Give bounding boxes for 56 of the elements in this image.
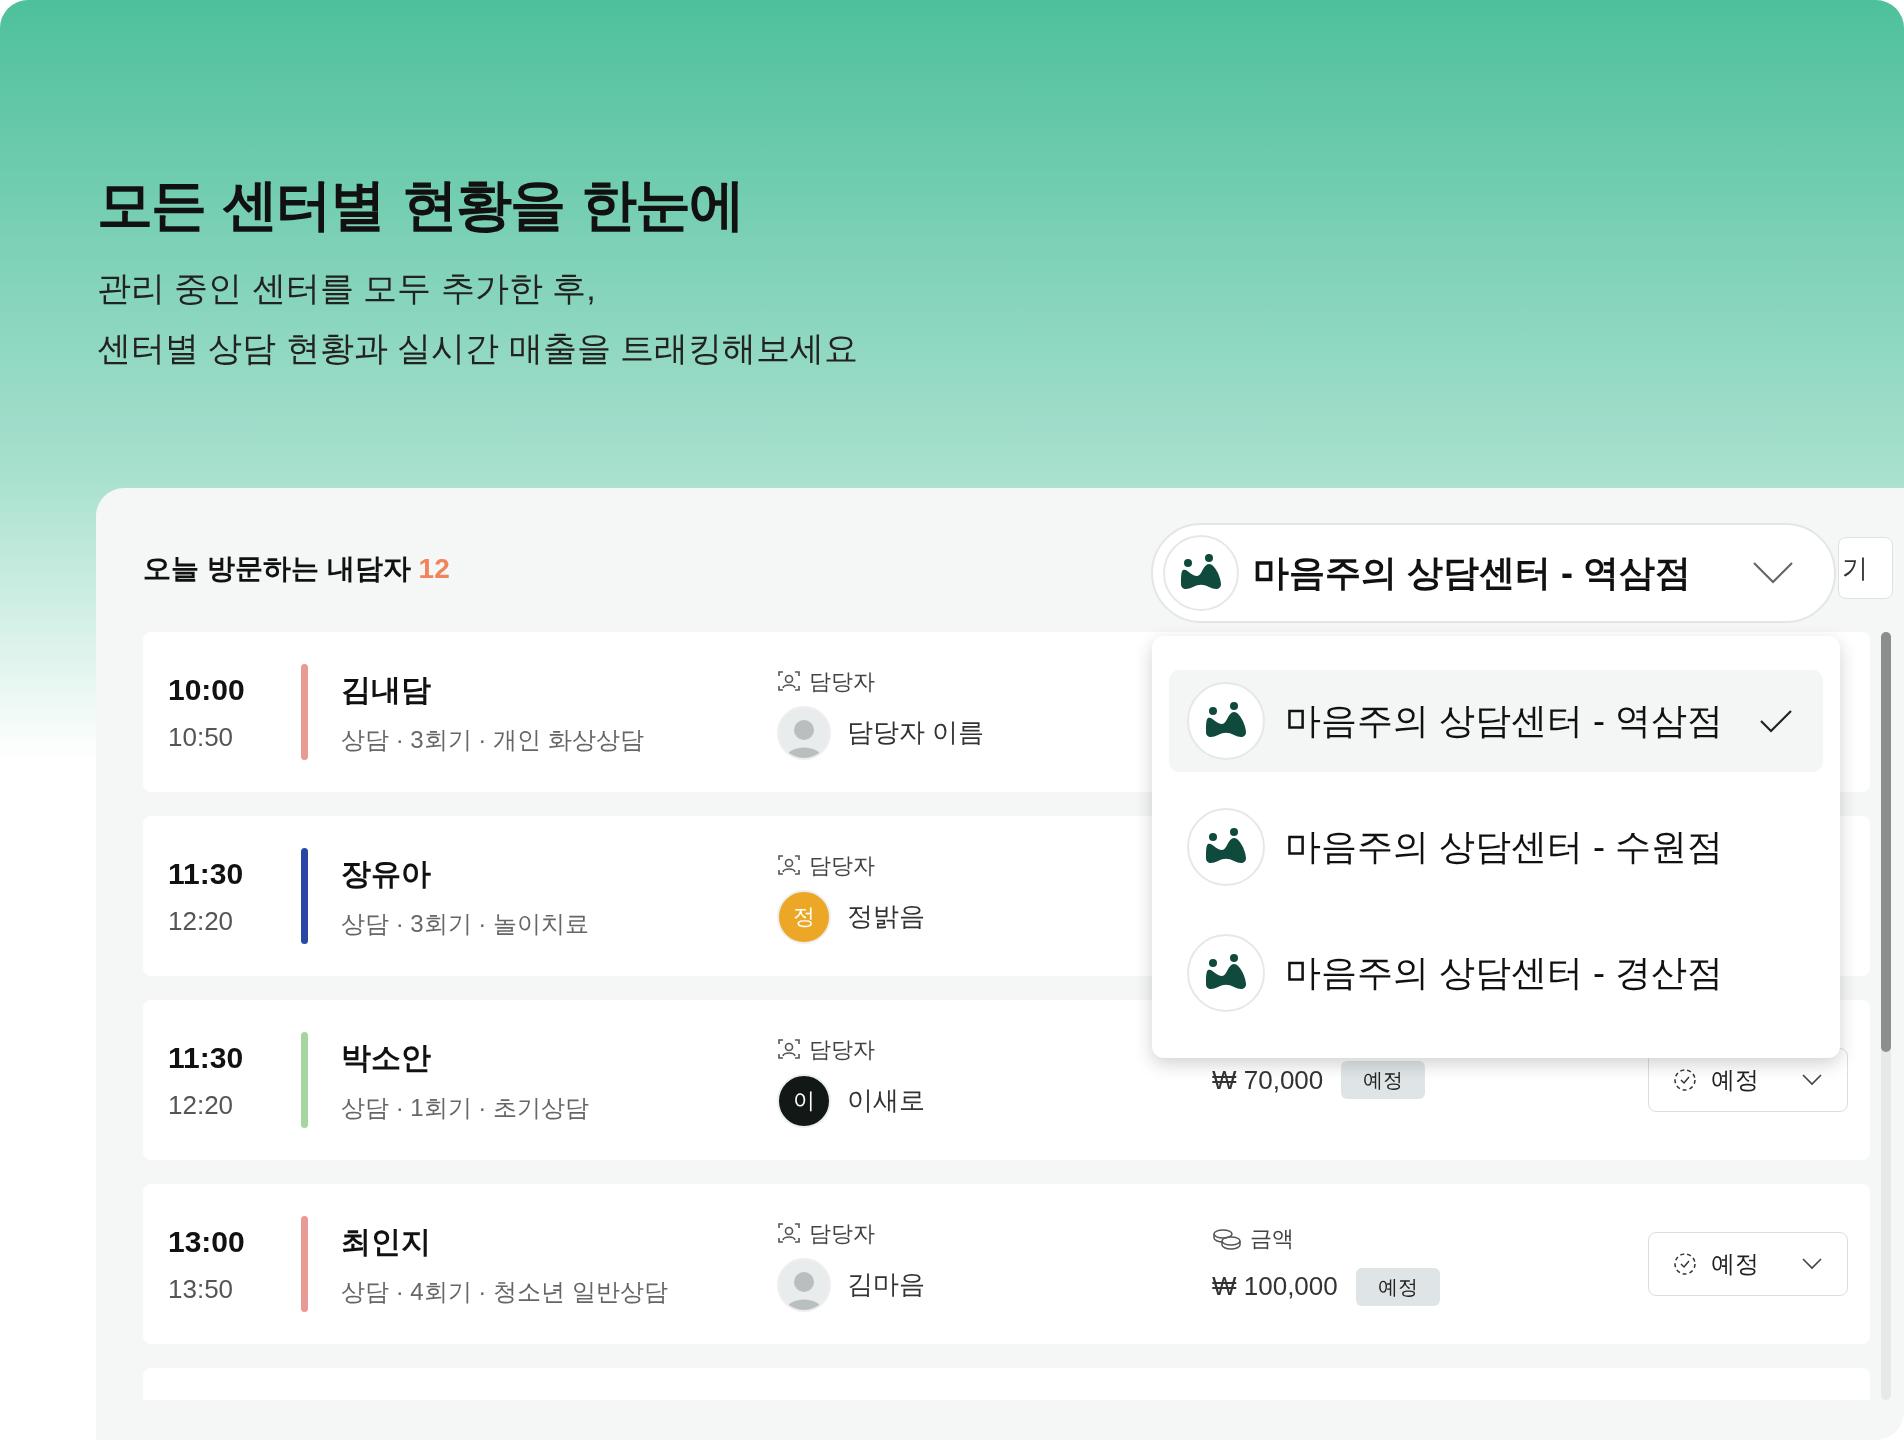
chevron-down-icon bbox=[1801, 1257, 1823, 1271]
center-option[interactable]: 마음주의 상담센터 - 역삼점 bbox=[1169, 670, 1823, 772]
center-select[interactable]: 마음주의 상담센터 - 역삼점 bbox=[1151, 523, 1836, 623]
amount: ₩ 100,000 bbox=[1212, 1270, 1338, 1303]
session-details: 상담 · 3회기 · 놀이치료 bbox=[341, 908, 590, 939]
start-time: 11:30 bbox=[168, 1040, 245, 1076]
subtitle-line: 관리 중인 센터를 모두 추가한 후, bbox=[97, 268, 597, 309]
counselor-name: 정밝음 bbox=[847, 900, 925, 933]
client-name: 최인지 bbox=[341, 1223, 432, 1260]
counselor-label: 담당자 bbox=[809, 851, 875, 880]
end-time: 12:20 bbox=[168, 1089, 235, 1122]
counselor-label: 담당자 bbox=[809, 1219, 875, 1248]
avatar-initial: 정 bbox=[777, 889, 831, 944]
dashed-check-circle-icon bbox=[1673, 1068, 1697, 1092]
start-time: 13:00 bbox=[168, 1224, 246, 1260]
avatar-initial: 이 bbox=[777, 1073, 831, 1128]
logo-icon bbox=[1204, 954, 1248, 992]
client-name: 박소안 bbox=[341, 1039, 432, 1076]
session-details: 상담 · 3회기 · 개인 화상상담 bbox=[341, 724, 645, 755]
person-scan-icon bbox=[777, 853, 801, 877]
coins-icon bbox=[1212, 1226, 1242, 1251]
end-time: 10:50 bbox=[168, 721, 235, 754]
counselor-name: 김마음 bbox=[847, 1268, 925, 1301]
client-name: 장유아 bbox=[341, 855, 432, 892]
session-details: 상담 · 1회기 · 초기상담 bbox=[341, 1092, 590, 1123]
payment-status-badge: 예정 bbox=[1355, 1267, 1440, 1306]
status-select[interactable]: 예정 bbox=[1648, 1232, 1848, 1296]
counselor-label: 담당자 bbox=[809, 1035, 875, 1064]
appointment-card[interactable]: 13:00 13:50 최인지 상담 · 4회기 · 청소년 일반상담 담당자 김마음 금액 ₩ 100,000 예정 예정 bbox=[143, 1184, 1870, 1344]
person-scan-icon bbox=[777, 1037, 801, 1061]
client-count: 12 bbox=[418, 552, 450, 586]
end-time: 12:20 bbox=[168, 905, 235, 938]
counselor-label: 담당자 bbox=[809, 667, 875, 696]
start-time: 11:30 bbox=[168, 856, 245, 892]
subtitle-line: 센터별 상담 현황과 실시간 매출을 트래킹해보세요 bbox=[97, 328, 860, 369]
logo-icon bbox=[1204, 828, 1248, 866]
payment-status-badge: 예정 bbox=[1341, 1061, 1426, 1099]
session-details: 상담 · 4회기 · 청소년 일반상담 bbox=[341, 1276, 669, 1307]
logo-icon bbox=[1179, 554, 1223, 592]
counselor-name: 이새로 bbox=[847, 1084, 925, 1117]
person-scan-icon bbox=[777, 1221, 801, 1245]
side-button[interactable]: 기 bbox=[1838, 537, 1893, 599]
page-title: 모든 센터별 현황을 한눈에 bbox=[97, 171, 745, 239]
end-time: 13:50 bbox=[168, 1273, 235, 1306]
checkmark-icon bbox=[1759, 708, 1793, 734]
amount-label: 금액 bbox=[1250, 1225, 1294, 1253]
start-time: 10:00 bbox=[168, 672, 246, 708]
counselor-name: 담당자 이름 bbox=[847, 716, 985, 749]
amount: ₩ 70,000 bbox=[1212, 1063, 1324, 1097]
person-scan-icon bbox=[777, 669, 801, 693]
scrollbar[interactable] bbox=[1881, 632, 1891, 1400]
dashed-check-circle-icon bbox=[1673, 1252, 1697, 1276]
chevron-down-icon bbox=[1801, 1073, 1823, 1087]
logo-icon bbox=[1204, 702, 1248, 740]
client-name: 김내담 bbox=[341, 671, 432, 708]
panel-heading: 오늘 방문하는 내담자 bbox=[143, 552, 411, 586]
